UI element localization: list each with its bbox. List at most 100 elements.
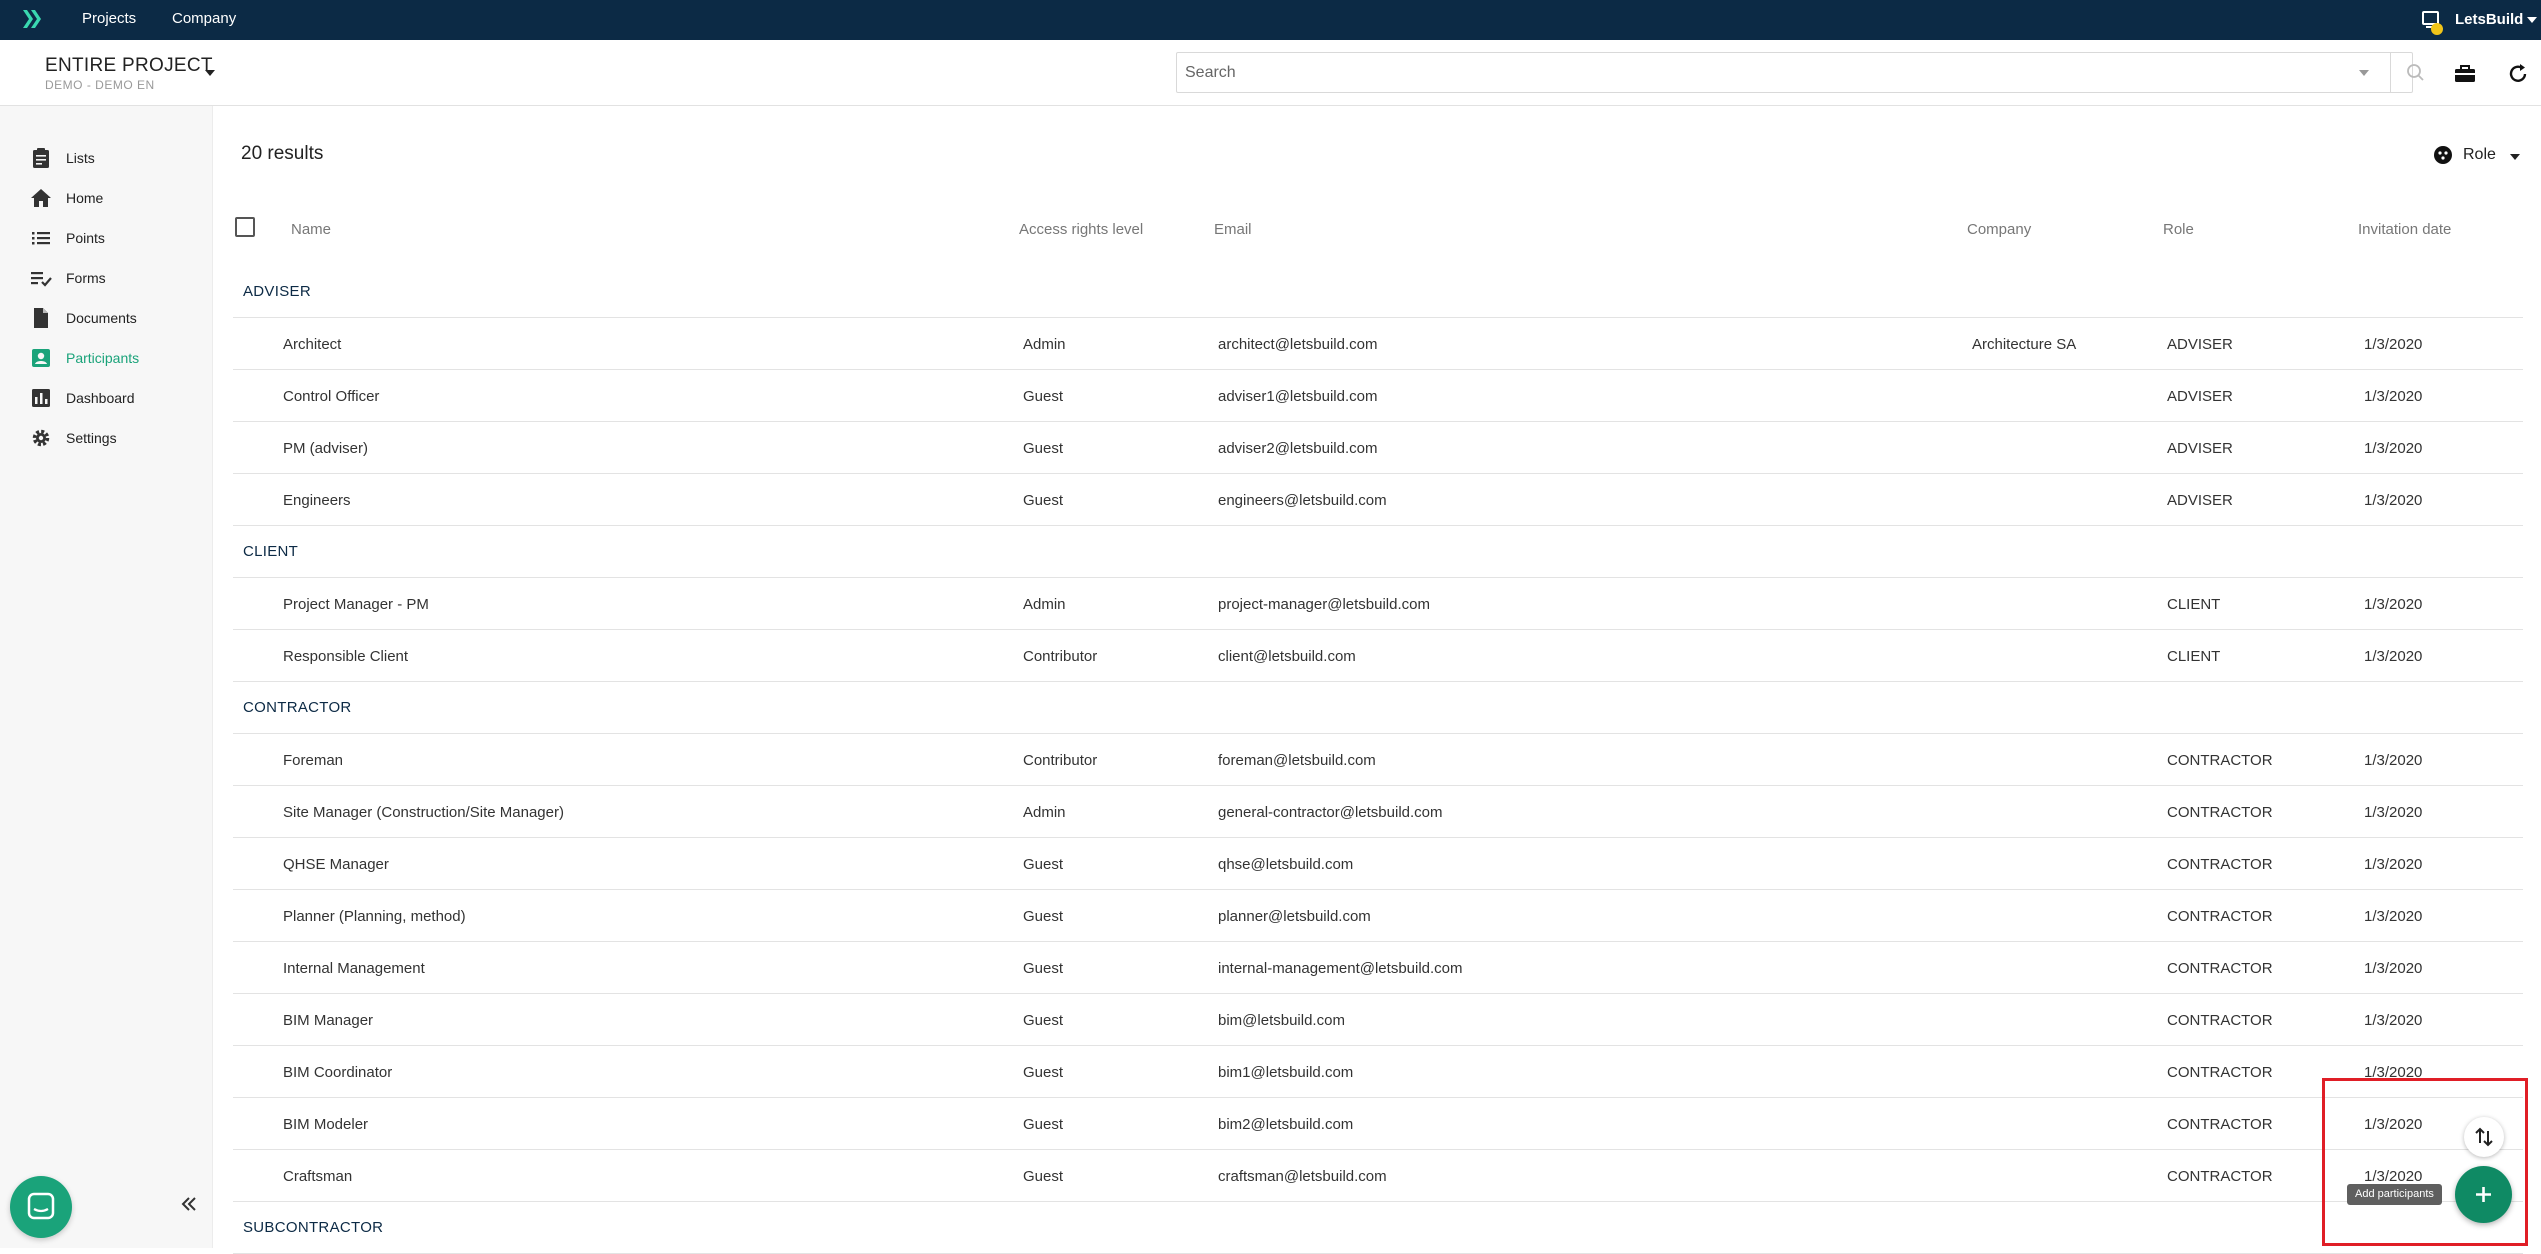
cell-email: architect@letsbuild.com bbox=[1218, 336, 1378, 353]
table-row[interactable]: Foreman Contributor foreman@letsbuild.com C… bbox=[233, 734, 2523, 786]
cell-date: 1/3/2020 bbox=[2364, 908, 2423, 925]
sidebar-item-settings[interactable]: Settings bbox=[30, 423, 210, 453]
table-row[interactable]: BIM Coordinator Guest bim1@letsbuild.com CO… bbox=[233, 1046, 2523, 1098]
cell-email: adviser2@letsbuild.com bbox=[1218, 440, 1378, 457]
sidebar-item-label: Dashboard bbox=[66, 390, 135, 406]
table-row[interactable]: BIM Manager Guest bim@letsbuild.com CONTRAC… bbox=[233, 994, 2523, 1046]
letsbuild-logo-icon[interactable] bbox=[20, 7, 44, 31]
table-row[interactable]: Project Manager - PM Admin project-manager… bbox=[233, 578, 2523, 630]
cell-role: CONTRACTOR bbox=[2167, 752, 2273, 769]
cell-email: qhse@letsbuild.com bbox=[1218, 856, 1354, 873]
cell-access: Guest bbox=[1023, 908, 1064, 925]
cell-date: 1/3/2020 bbox=[2364, 752, 2423, 769]
sidebar-item-label: Forms bbox=[66, 270, 106, 286]
cell-company: Architecture SA bbox=[1972, 336, 2077, 353]
role-filter-dropdown[interactable]: Role bbox=[2433, 142, 2523, 170]
participants-table: Name Access rights level Email Company R… bbox=[233, 206, 2523, 1254]
cell-name: Project Manager - PM bbox=[283, 596, 429, 613]
column-header-company[interactable]: Company bbox=[1967, 221, 2031, 238]
cell-name: QHSE Manager bbox=[283, 856, 389, 873]
add-participants-button[interactable] bbox=[2455, 1166, 2512, 1223]
cell-email: engineers@letsbuild.com bbox=[1218, 492, 1387, 509]
column-header-name[interactable]: Name bbox=[291, 221, 331, 238]
table-row[interactable]: BIM Modeler Guest bim2@letsbuild.com CONTRA… bbox=[233, 1098, 2523, 1150]
cell-name: Engineers bbox=[283, 492, 351, 509]
sidebar-item-dashboard[interactable]: Dashboard bbox=[30, 383, 210, 413]
search-button[interactable] bbox=[2390, 53, 2438, 92]
sidebar-item-documents[interactable]: Documents bbox=[30, 303, 210, 333]
cell-email: adviser1@letsbuild.com bbox=[1218, 388, 1378, 405]
table-row[interactable]: Control Officer Guest adviser1@letsbuild.c… bbox=[233, 370, 2523, 422]
sidebar-item-home[interactable]: Home bbox=[30, 183, 210, 213]
cell-access: Guest bbox=[1023, 388, 1064, 405]
column-header-invitation-date[interactable]: Invitation date bbox=[2358, 221, 2451, 238]
table-row[interactable]: Engineers Guest engineers@letsbuild.com ADV… bbox=[233, 474, 2523, 526]
cell-role: CONTRACTOR bbox=[2167, 960, 2273, 977]
project-subtitle: DEMO - DEMO EN bbox=[45, 78, 155, 92]
plus-icon bbox=[2476, 1187, 2491, 1202]
sidebar-item-participants[interactable]: Participants bbox=[30, 343, 210, 373]
table-row[interactable]: Planner (Planning, method) Guest planner@l… bbox=[233, 890, 2523, 942]
cell-email: internal-management@letsbuild.com bbox=[1218, 960, 1463, 977]
results-count: 20 results bbox=[241, 143, 324, 164]
sidebar-item-lists[interactable]: Lists bbox=[30, 143, 210, 173]
role-icon bbox=[2434, 146, 2452, 164]
add-participants-tooltip: Add participants bbox=[2347, 1184, 2442, 1205]
cell-role: CONTRACTOR bbox=[2167, 1168, 2273, 1185]
sort-icon bbox=[2475, 1127, 2493, 1147]
cell-access: Guest bbox=[1023, 856, 1064, 873]
sort-button[interactable] bbox=[2464, 1117, 2504, 1157]
participants-panel: 20 results Role Name Access rights level… bbox=[213, 106, 2541, 1254]
cell-name: Internal Management bbox=[283, 960, 425, 977]
nav-link-projects[interactable]: Projects bbox=[82, 10, 136, 27]
chat-icon bbox=[27, 1192, 55, 1220]
sidebar-item-forms[interactable]: Forms bbox=[30, 263, 210, 293]
cell-email: craftsman@letsbuild.com bbox=[1218, 1168, 1387, 1185]
nav-link-company[interactable]: Company bbox=[172, 10, 236, 27]
group-header-subcontractor: SUBCONTRACTOR bbox=[233, 1202, 2523, 1254]
project-title: ENTIRE PROJECT bbox=[45, 55, 213, 76]
cell-email: project-manager@letsbuild.com bbox=[1218, 596, 1430, 613]
cell-name: PM (adviser) bbox=[283, 440, 369, 457]
cell-role: CONTRACTOR bbox=[2167, 856, 2273, 873]
search-dropdown-caret-icon[interactable] bbox=[2359, 70, 2369, 76]
sidebar-item-label: Settings bbox=[66, 430, 117, 446]
table-row[interactable]: PM (adviser) Guest adviser2@letsbuild.com A… bbox=[233, 422, 2523, 474]
cell-access: Guest bbox=[1023, 440, 1064, 457]
table-row[interactable]: Architect Admin architect@letsbuild.com Arc… bbox=[233, 318, 2523, 370]
cell-date: 1/3/2020 bbox=[2364, 1168, 2423, 1185]
column-header-email[interactable]: Email bbox=[1214, 221, 1252, 238]
table-row[interactable]: QHSE Manager Guest qhse@letsbuild.com CONTR… bbox=[233, 838, 2523, 890]
cell-date: 1/3/2020 bbox=[2364, 960, 2423, 977]
cell-role: ADVISER bbox=[2167, 492, 2233, 509]
cell-email: bim1@letsbuild.com bbox=[1218, 1064, 1354, 1081]
chat-button[interactable] bbox=[10, 1176, 72, 1238]
table-row[interactable]: Internal Management Guest internal-managem… bbox=[233, 942, 2523, 994]
cell-access: Guest bbox=[1023, 1012, 1064, 1029]
table-row[interactable]: Site Manager (Construction/Site Manager)… bbox=[233, 786, 2523, 838]
cell-name: BIM Coordinator bbox=[283, 1064, 393, 1081]
refresh-icon[interactable] bbox=[2506, 62, 2530, 86]
column-header-access[interactable]: Access rights level bbox=[1019, 221, 1143, 238]
cell-access: Admin bbox=[1023, 804, 1066, 821]
project-header: ENTIRE PROJECT DEMO - DEMO EN bbox=[0, 40, 2541, 106]
cell-date: 1/3/2020 bbox=[2364, 856, 2423, 873]
cell-name: Architect bbox=[283, 336, 342, 353]
group-header-client: CLIENT bbox=[233, 526, 2523, 578]
sidebar-item-points[interactable]: Points bbox=[30, 223, 210, 253]
table-body: ADVISER Architect Admin architect@letsbuild… bbox=[233, 266, 2523, 1254]
sidebar-item-label: Participants bbox=[66, 350, 140, 366]
table-row[interactable]: Responsible Client Contributor client@lets… bbox=[233, 630, 2523, 682]
column-header-role[interactable]: Role bbox=[2163, 221, 2194, 238]
gear-icon bbox=[32, 429, 50, 447]
collapse-sidebar-icon[interactable] bbox=[177, 1192, 201, 1216]
cell-date: 1/3/2020 bbox=[2364, 648, 2423, 665]
cell-access: Guest bbox=[1023, 1064, 1064, 1081]
cell-email: planner@letsbuild.com bbox=[1218, 908, 1371, 925]
cell-email: general-contractor@letsbuild.com bbox=[1218, 804, 1443, 821]
select-all-checkbox[interactable] bbox=[235, 217, 255, 237]
table-row[interactable]: Craftsman Guest craftsman@letsbuild.com CON… bbox=[233, 1150, 2523, 1202]
search-input[interactable] bbox=[1177, 53, 2342, 92]
user-menu[interactable]: LetsBuild bbox=[2421, 0, 2541, 40]
briefcase-icon[interactable] bbox=[2453, 62, 2477, 86]
